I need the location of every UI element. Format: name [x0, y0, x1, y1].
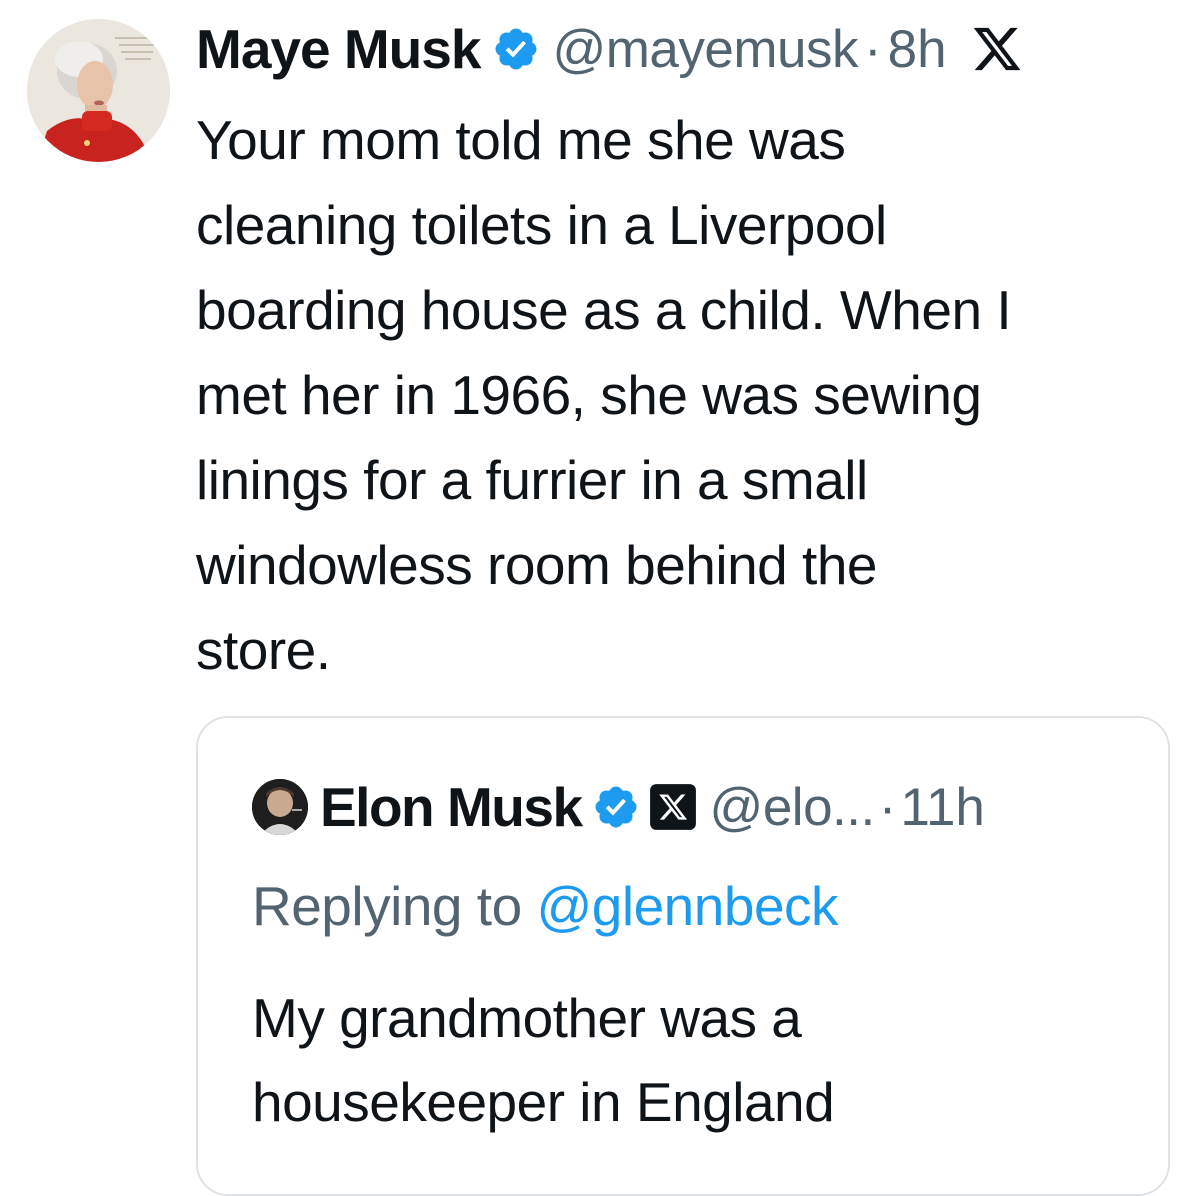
replying-to-mention-link[interactable]: @glennbeck	[536, 875, 838, 937]
quoted-author-display-name[interactable]: Elon Musk	[320, 775, 583, 839]
replying-to-label: Replying to	[252, 875, 522, 937]
quoted-tweet-body: My grandmother was a housekeeper in Engl…	[252, 976, 1132, 1144]
x-logo-icon	[971, 23, 1023, 75]
separator-dot: ·	[878, 777, 897, 837]
tweet-text-line: store.	[196, 619, 331, 681]
quoted-author-avatar[interactable]	[252, 779, 308, 835]
replying-to-line: Replying to @glennbeck	[252, 874, 839, 938]
quoted-tweet-timestamp[interactable]: 11h	[900, 777, 985, 838]
quoted-tweet-text-line: My grandmother was a	[252, 987, 802, 1049]
quoted-tweet-text-line: housekeeper in England	[252, 1071, 835, 1133]
separator-dot: ·	[863, 19, 882, 79]
author-display-name[interactable]: Maye Musk	[196, 17, 481, 81]
tweet-text-line: cleaning toilets in a Liverpool	[196, 194, 887, 256]
tweet-text-line: met her in 1966, she was sewing	[196, 364, 982, 426]
tweet-header: Maye Musk @mayemusk · 8h	[196, 14, 1023, 84]
profile-photo-icon	[27, 19, 170, 162]
x-affiliate-badge-icon[interactable]	[648, 782, 698, 832]
verified-badge-icon[interactable]	[592, 783, 640, 831]
tweet-text-line: boarding house as a child. When I	[196, 279, 1012, 341]
tweet-text-line: Your mom told me she was	[196, 109, 846, 171]
tweet-text-line: windowless room behind the	[196, 534, 878, 596]
verified-badge-icon[interactable]	[492, 25, 540, 73]
profile-photo-icon	[252, 779, 308, 835]
quoted-author-handle[interactable]: @elo...	[710, 777, 876, 838]
author-handle[interactable]: @mayemusk	[552, 19, 858, 80]
tweet-body: Your mom told me she was cleaning toilet…	[196, 98, 1176, 693]
tweet-timestamp[interactable]: 8h	[888, 19, 947, 80]
author-avatar[interactable]	[27, 19, 170, 162]
quoted-tweet-card[interactable]: Elon Musk @elo... · 11h Replying to @gle…	[196, 716, 1170, 1196]
quoted-tweet-header: Elon Musk @elo... · 11h	[252, 776, 985, 838]
tweet-text-line: linings for a furrier in a small	[196, 449, 868, 511]
tweet[interactable]: Maye Musk @mayemusk · 8h Your mom told m…	[0, 0, 1200, 1196]
